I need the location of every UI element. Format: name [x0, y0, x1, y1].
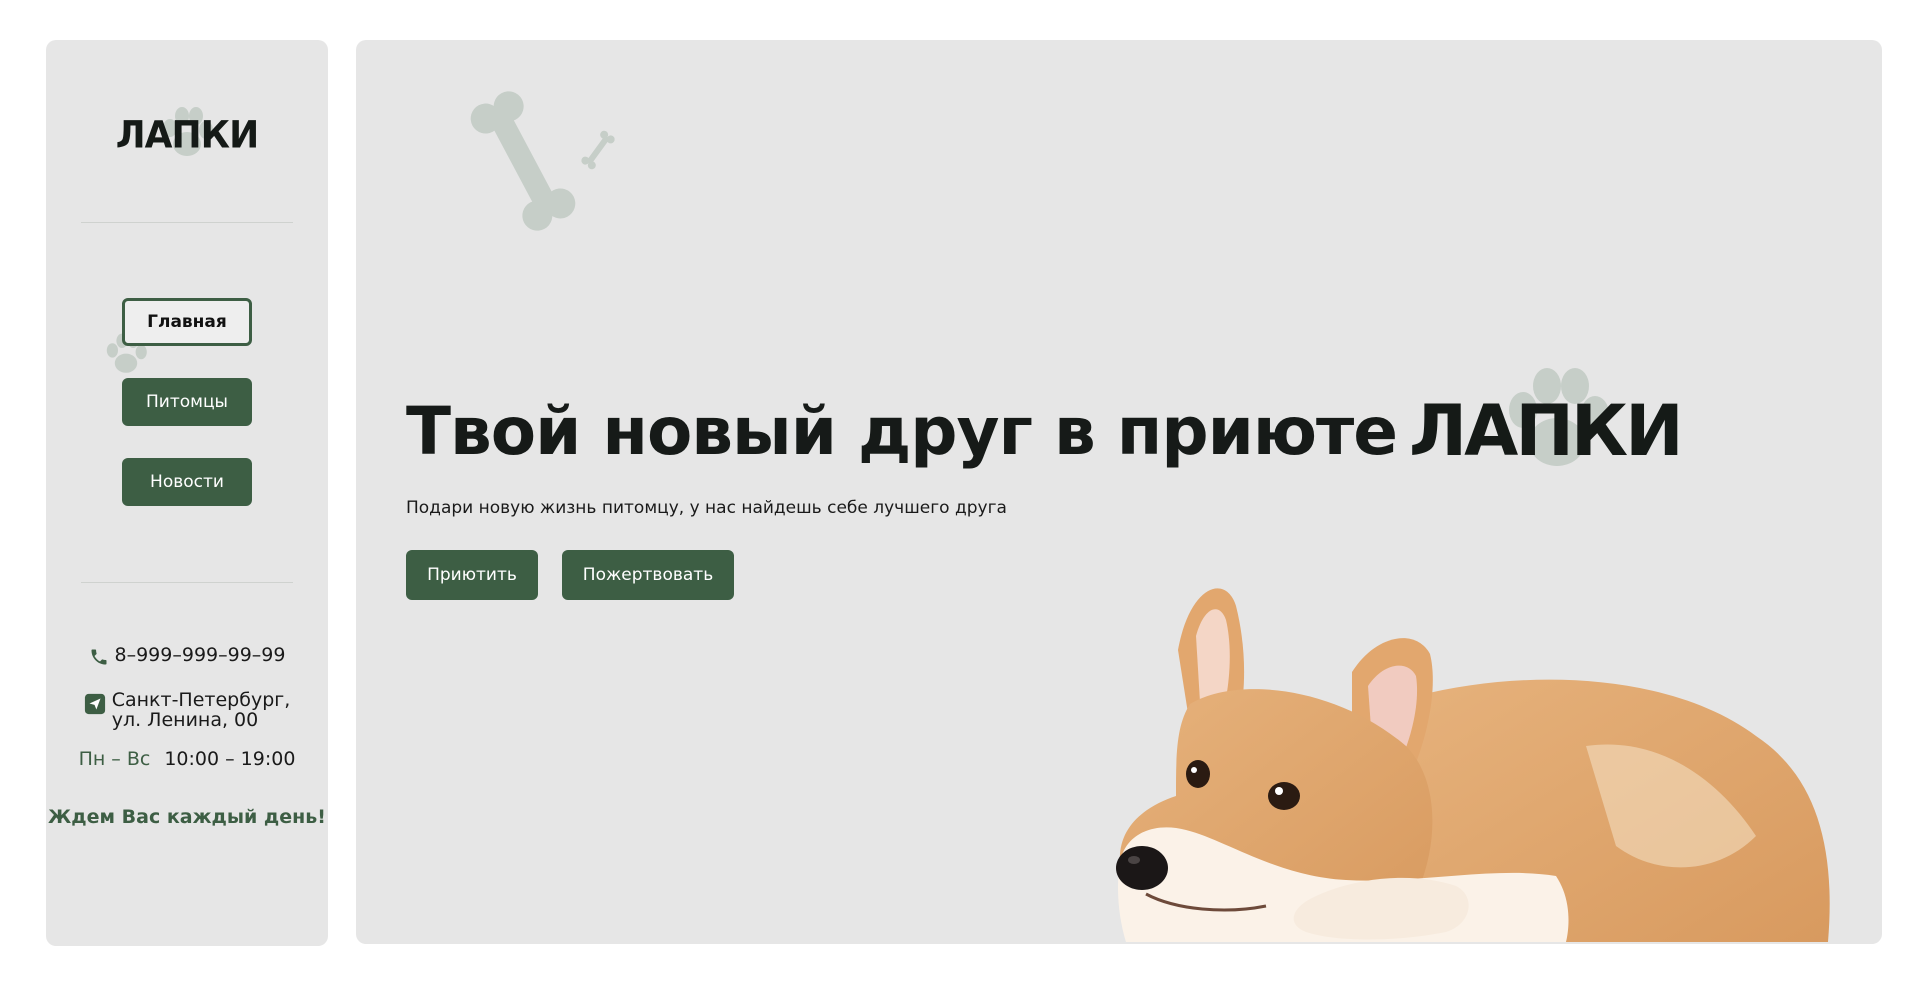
divider — [81, 582, 293, 583]
corgi-image — [1116, 588, 1830, 942]
hero-title: Твой новый друг в приюте ЛАПКИ — [406, 368, 1684, 472]
hero-title-text: Твой новый друг в приюте — [406, 392, 1398, 470]
logo-text: ЛАПКИ — [115, 113, 259, 157]
donate-button[interactable]: Пожертвовать — [562, 550, 734, 600]
hero-subtitle: Подари новую жизнь питомцу, у нас найдеш… — [406, 498, 1007, 518]
sidebar: ЛАПКИ Главная Питомцы Новости 8–999–999–… — [46, 40, 328, 946]
nav-item-home[interactable]: Главная — [122, 298, 252, 346]
hero-section: Твой новый друг в приюте ЛАПКИ Подари но… — [356, 40, 1882, 944]
hero-brand-text: ЛАПКИ — [1409, 390, 1684, 472]
phone-icon — [91, 649, 106, 665]
nav-item-pets[interactable]: Питомцы — [122, 378, 252, 426]
logo[interactable]: ЛАПКИ — [46, 100, 328, 170]
contact-phone: 8–999–999–99–99 — [46, 644, 328, 667]
bone-icon — [581, 130, 615, 170]
address-line-1: Санкт-Петербург, — [111, 689, 291, 711]
phone-number[interactable]: 8–999–999–99–99 — [115, 644, 286, 666]
bone-icon — [470, 91, 576, 231]
hours-time: 10:00 – 19:00 — [164, 748, 296, 770]
contact-address: Санкт-Петербург, ул. Ленина, 00 — [46, 690, 328, 730]
adopt-button[interactable]: Приютить — [406, 550, 538, 600]
location-icon — [84, 693, 105, 715]
welcome-text: Ждем Вас каждый день! — [48, 806, 326, 828]
address-line-2: ул. Ленина, 00 — [111, 709, 259, 731]
hours-days: Пн – Вс — [78, 748, 151, 770]
hero-brand: ЛАПКИ — [1409, 368, 1684, 472]
contact-hours: Пн – Вс 10:00 – 19:00 — [46, 748, 328, 770]
divider — [81, 222, 293, 223]
nav-item-news[interactable]: Новости — [122, 458, 252, 506]
